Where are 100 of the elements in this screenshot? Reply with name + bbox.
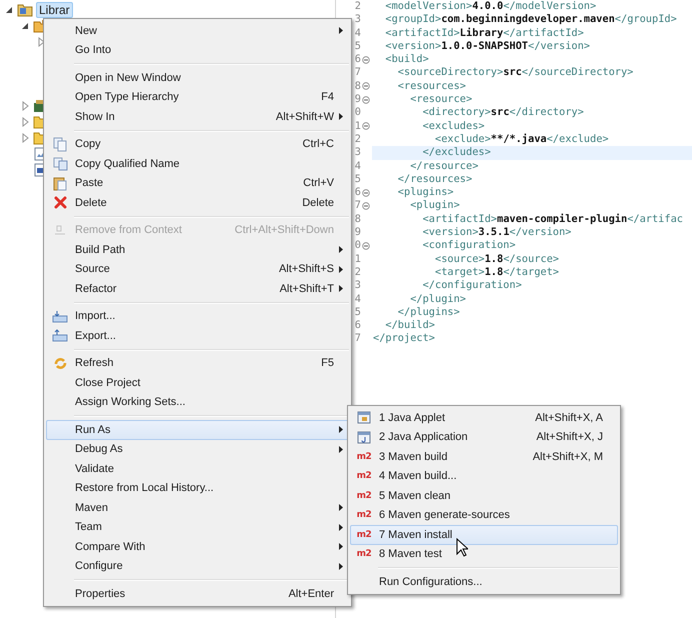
remove-icon: [53, 224, 67, 236]
line-number: 4: [354, 292, 362, 306]
mouse-pointer-icon: [456, 538, 468, 557]
menu-item[interactable]: Configure: [46, 556, 349, 576]
menu-item[interactable]: Maven: [46, 498, 349, 518]
menu-item[interactable]: m2 8 Maven test: [350, 544, 618, 564]
line-number: 1: [354, 252, 362, 266]
menu-item[interactable]: Debug As: [46, 440, 349, 459]
menu-item[interactable]: 1 Java Applet Alt+Shift+X, A: [350, 408, 618, 428]
line-number: 6: [354, 319, 362, 332]
maven-icon: m2: [356, 549, 372, 560]
menu-item[interactable]: Show In Alt+Shift+W: [46, 107, 349, 126]
menu-item[interactable]: Open in New Window: [46, 68, 349, 88]
line-number: 2: [354, 266, 362, 280]
code-line: </plugins>: [396, 306, 461, 320]
line-number: 3: [354, 13, 362, 27]
menu-item[interactable]: Assign Working Sets...: [46, 392, 349, 412]
fold-icon[interactable]: [362, 82, 370, 90]
menu-item[interactable]: Import...: [46, 306, 349, 326]
menu-item[interactable]: m2 3 Maven build Alt+Shift+X, M: [350, 447, 618, 466]
maven-icon: m2: [356, 452, 372, 462]
line-number: 7: [354, 332, 362, 346]
menu-item[interactable]: m2 4 Maven build...: [350, 466, 618, 486]
menu-item[interactable]: Run Configurations...: [350, 572, 618, 592]
export-icon: [52, 329, 68, 342]
line-number: 3: [354, 146, 362, 160]
menu-item[interactable]: Team: [46, 518, 349, 537]
fold-icon[interactable]: [362, 188, 370, 197]
copy-icon: [53, 136, 67, 152]
line-number: 9: [354, 93, 362, 106]
code-line: <sourceDirectory>src</sourceDirectory>: [396, 66, 634, 80]
code-line: </build>: [384, 319, 436, 332]
copy-icon: [52, 156, 68, 171]
menu-item[interactable]: Source Alt+Shift+S: [46, 260, 349, 279]
line-number: 7: [354, 66, 362, 80]
menu-item[interactable]: m2 5 Maven clean: [350, 486, 618, 506]
line-number: 5: [354, 172, 362, 186]
code-line: <plugin>: [409, 199, 461, 213]
line-number: 0: [354, 106, 362, 120]
menu-item[interactable]: Refresh F5: [46, 354, 349, 373]
line-number: 7: [354, 199, 362, 213]
menu-item[interactable]: Run As: [46, 420, 349, 440]
line-number: 4: [354, 26, 362, 40]
menu-item[interactable]: Open Type Hierarchy F4: [46, 88, 349, 107]
menu-item[interactable]: 2 Java Application Alt+Shift+X, J: [350, 428, 618, 447]
menu-item[interactable]: Export...: [46, 326, 349, 346]
menu-item[interactable]: Copy Qualified Name: [46, 154, 349, 174]
code-line: <resource>: [409, 93, 474, 106]
collapsed-arrow-icon[interactable]: [20, 117, 30, 127]
fold-icon[interactable]: [362, 242, 370, 250]
code-line: <excludes>: [422, 120, 486, 133]
code-line: <version>1.0.0-SNAPSHOT</version>: [384, 40, 591, 54]
menu-item[interactable]: Restore from Local History...: [46, 478, 349, 498]
application-icon: [357, 430, 371, 444]
code-line: <exclude>**/*.java</exclude>: [434, 132, 610, 146]
line-number: 6: [354, 186, 362, 200]
menu-item[interactable]: Refactor Alt+Shift+T: [46, 279, 349, 298]
collapsed-arrow-icon[interactable]: [20, 101, 30, 111]
fold-icon[interactable]: [362, 202, 370, 210]
collapsed-arrow-icon[interactable]: [20, 133, 30, 143]
expanded-arrow-icon[interactable]: [20, 21, 30, 31]
menu-item[interactable]: m2 7 Maven install: [350, 525, 618, 544]
menu-item[interactable]: Compare With: [46, 537, 349, 556]
menu-item[interactable]: New: [46, 21, 349, 40]
code-line: <configuration>: [422, 239, 517, 253]
import-icon: [52, 310, 68, 323]
menu-item[interactable]: Validate: [46, 459, 349, 478]
line-number: 8: [354, 212, 362, 226]
menu-item[interactable]: Properties Alt+Enter: [46, 584, 349, 604]
tree-item[interactable]: Librar: [36, 2, 73, 18]
line-number: 0: [354, 239, 362, 253]
code-line: <modelVersion>4.0.0</modelVersion>: [384, 0, 598, 14]
maven-icon: m2: [356, 490, 372, 501]
code-line: <directory>src</directory>: [422, 106, 585, 120]
line-number: 5: [354, 306, 362, 320]
maven-icon: m2: [356, 471, 372, 482]
code-line: <resources>: [396, 80, 467, 94]
code-line: </plugin>: [409, 292, 467, 306]
code-line: <build>: [384, 53, 430, 66]
refresh-icon: [52, 356, 68, 371]
menu-item[interactable]: Copy Ctrl+C: [46, 134, 349, 154]
fold-icon[interactable]: [362, 56, 370, 64]
menu-item[interactable]: Delete Delete: [46, 193, 349, 212]
code-line: <artifactId>maven-compiler-plugin</artifac: [422, 212, 684, 226]
applet-icon: [357, 411, 371, 424]
collapsed-arrow-icon[interactable]: [36, 37, 46, 47]
fold-icon[interactable]: [362, 122, 370, 130]
code-line: </configuration>: [422, 279, 523, 293]
code-line: <source>1.8</source>: [434, 252, 560, 266]
code-line: <plugins>: [396, 186, 455, 200]
fold-icon[interactable]: [362, 96, 370, 104]
code-line: <target>1.8</target>: [434, 266, 560, 280]
menu-item[interactable]: Build Path: [46, 240, 349, 260]
maven-icon: m2: [356, 510, 372, 520]
menu-item[interactable]: Close Project: [46, 373, 349, 392]
menu-item[interactable]: Go Into: [46, 40, 349, 60]
line-number: 3: [354, 279, 362, 293]
menu-item[interactable]: Paste Ctrl+V: [46, 174, 349, 193]
expanded-arrow-icon[interactable]: [4, 5, 14, 15]
menu-item[interactable]: m2 6 Maven generate-sources: [350, 506, 618, 525]
